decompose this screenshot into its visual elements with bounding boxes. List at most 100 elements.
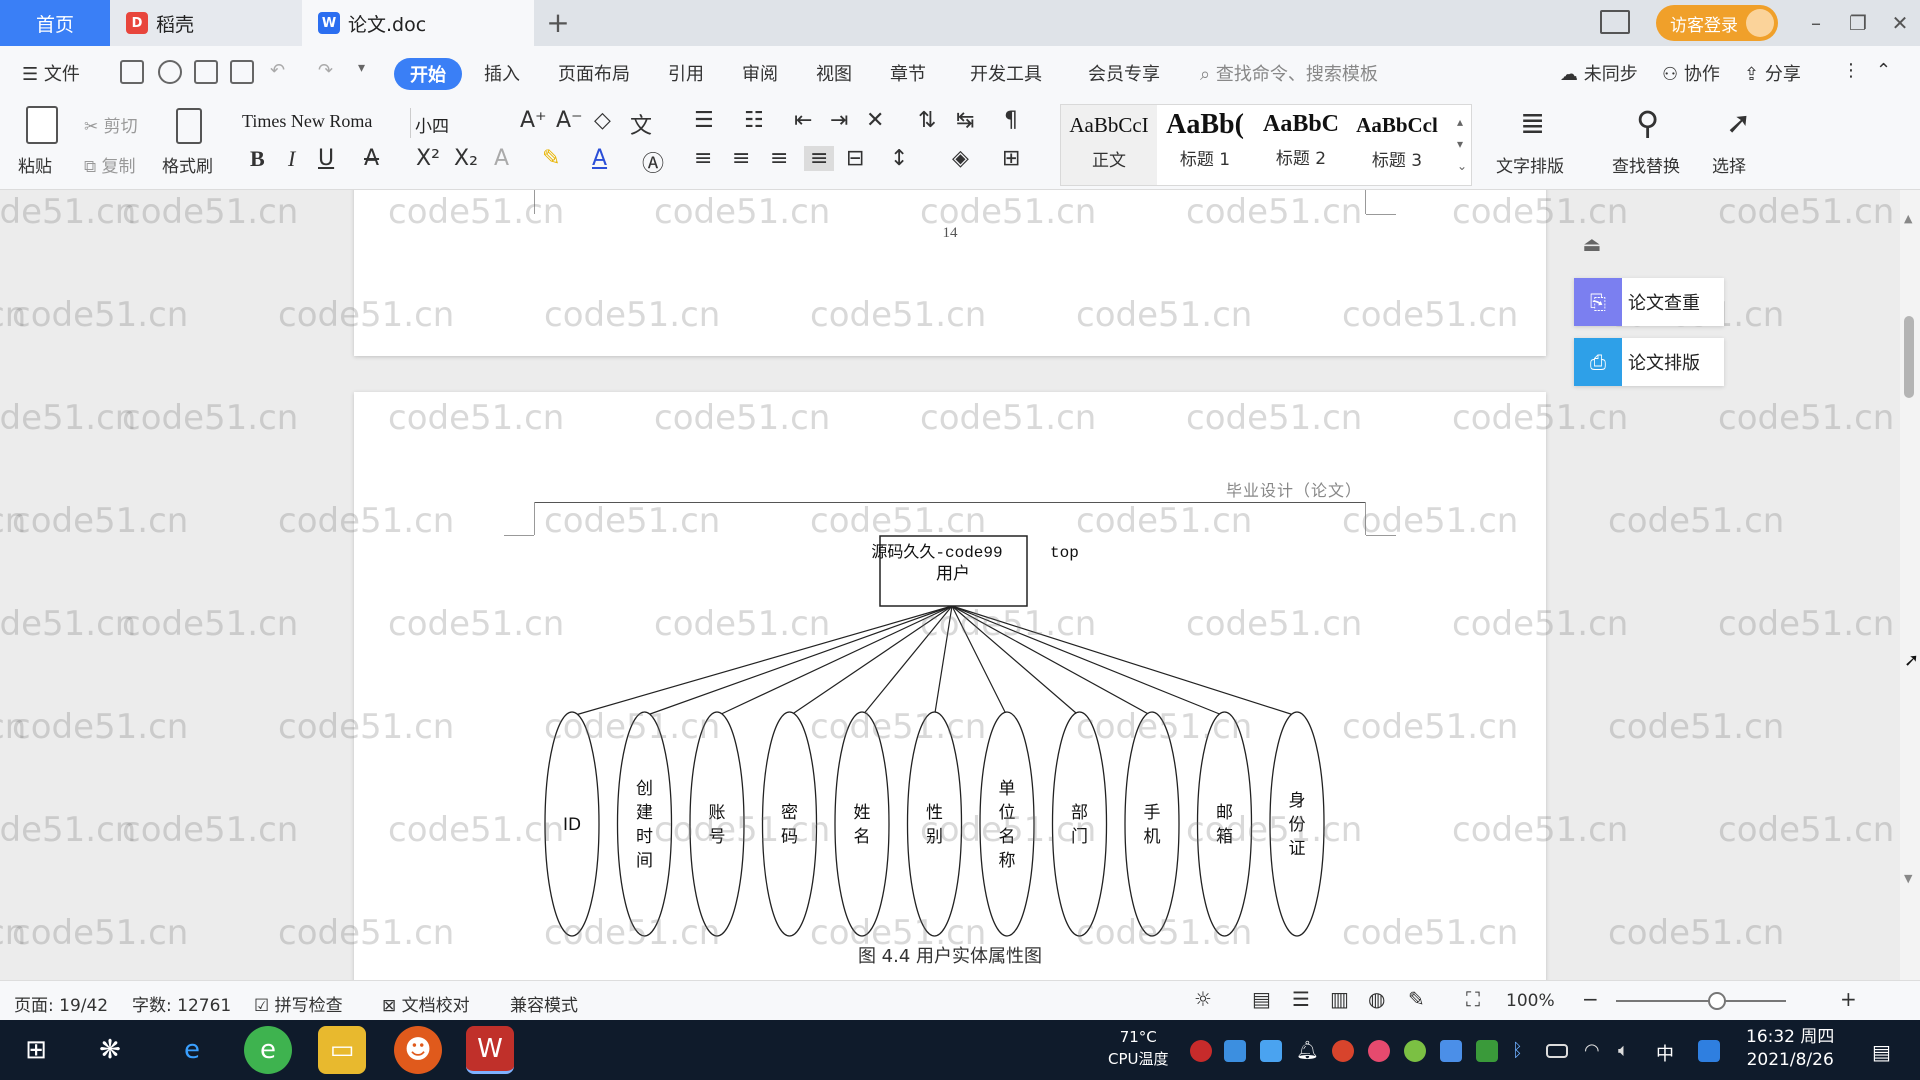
print-icon[interactable] (194, 60, 218, 84)
strikethrough-icon[interactable]: A (364, 146, 379, 171)
restore-button[interactable]: ❐ (1838, 0, 1878, 46)
scroll-down-icon[interactable]: ▼ (1904, 872, 1912, 885)
menu-developer[interactable]: 开发工具 (970, 60, 1042, 86)
phonetic-icon[interactable]: 文 (630, 108, 652, 140)
collab-button[interactable]: ⚇ 协作 (1662, 60, 1720, 86)
minimize-button[interactable]: – (1796, 0, 1836, 46)
fit-page-icon[interactable]: ⛶ (1466, 987, 1480, 1011)
subscript-icon[interactable]: X₂ (454, 146, 478, 171)
cut-button[interactable]: ✂ 剪切 (84, 112, 138, 137)
menu-page-layout[interactable]: 页面布局 (558, 60, 630, 86)
paper-layout-button[interactable]: ⎙ 论文排版 (1574, 338, 1724, 386)
select-button[interactable]: 选择 (1712, 152, 1746, 177)
scroll-up-icon[interactable]: ▲ (1904, 212, 1912, 225)
redo-icon[interactable]: ↷ (318, 60, 333, 81)
page-view-icon[interactable]: ▤ (1252, 987, 1271, 1011)
collapse-ribbon-icon[interactable]: ⌃ (1876, 60, 1891, 81)
guest-login-button[interactable]: 访客登录 (1656, 5, 1778, 41)
show-marks-icon[interactable]: ¶ (1004, 108, 1018, 133)
paste-button[interactable]: 粘贴 (18, 152, 52, 177)
save-icon[interactable] (120, 60, 144, 84)
menu-review[interactable]: 审阅 (742, 60, 778, 86)
align-left-icon[interactable]: ≡ (694, 146, 712, 171)
bold-icon[interactable]: B (250, 146, 265, 172)
panel-collapse-icon[interactable]: ⏏ (1574, 232, 1610, 260)
file-explorer-icon[interactable]: ▭ (318, 1026, 366, 1074)
zoom-in-icon[interactable]: + (1840, 987, 1857, 1011)
media-app-icon[interactable]: ☻ (394, 1026, 442, 1074)
align-center-icon[interactable]: ≡ (732, 146, 750, 171)
shading-icon[interactable]: ◈ (952, 146, 969, 171)
distribute-icon[interactable]: ⊟ (846, 146, 864, 171)
italic-icon[interactable]: I (288, 146, 295, 172)
write-view-icon[interactable]: ✎ (1408, 987, 1425, 1011)
format-painter-button[interactable]: 格式刷 (162, 152, 213, 177)
print-preview-icon[interactable] (230, 60, 254, 84)
tray-chat-icon[interactable] (1368, 1040, 1390, 1062)
paper-check-button[interactable]: ⎘ 论文查重 (1574, 278, 1724, 326)
notification-center-icon[interactable]: ▤ (1872, 1040, 1894, 1064)
eye-protect-icon[interactable]: ☼ (1194, 987, 1212, 1011)
sort-icon[interactable]: ⇅ (918, 108, 936, 133)
window-layout-icon[interactable] (1600, 10, 1630, 34)
zoom-slider-handle[interactable] (1708, 992, 1726, 1010)
tab-document[interactable]: W 论文.doc (302, 0, 534, 46)
zoom-slider[interactable] (1616, 1000, 1786, 1002)
menu-chapter[interactable]: 章节 (890, 60, 926, 86)
numbered-list-icon[interactable]: ☷ (744, 108, 764, 133)
tab-start[interactable]: 开始 (394, 58, 462, 90)
sync-status[interactable]: ☁ 未同步 (1560, 60, 1638, 86)
style-heading-2[interactable]: AaBbC 标题 2 (1253, 105, 1349, 185)
menu-references[interactable]: 引用 (668, 60, 704, 86)
vertical-scrollbar[interactable]: ▲ ▼ (1900, 190, 1920, 980)
tab-daoke[interactable]: D 稻壳 (110, 0, 302, 46)
start-menu-icon[interactable]: ⊞ (12, 1026, 60, 1074)
shield-icon[interactable] (1260, 1040, 1282, 1062)
tray-gpu-icon[interactable] (1476, 1040, 1498, 1062)
close-button[interactable]: ✕ (1880, 0, 1920, 46)
system-clock[interactable]: 16:32 周四 2021/8/26 (1746, 1026, 1834, 1072)
scrollbar-thumb[interactable] (1904, 316, 1914, 398)
bell-icon[interactable]: 🔔︎ (1296, 1040, 1319, 1062)
text-effect-icon[interactable]: A (494, 146, 509, 171)
clear-format-icon[interactable]: ◇ (594, 108, 611, 133)
grow-font-icon[interactable]: A⁺ (520, 108, 547, 133)
tray-app-icon[interactable] (1190, 1040, 1212, 1062)
menu-insert[interactable]: 插入 (484, 60, 520, 86)
menu-view[interactable]: 视图 (816, 60, 852, 86)
decrease-indent-icon[interactable]: ⇤ (794, 108, 812, 133)
outline-view-icon[interactable]: ☰ (1292, 987, 1310, 1011)
tab-home[interactable]: 首页 (0, 0, 110, 46)
menu-member[interactable]: 会员专享 (1088, 60, 1160, 86)
quick-access-chevron-icon[interactable]: ▾ (358, 60, 365, 76)
line-spacing-icon[interactable]: ↕ (890, 146, 908, 171)
superscript-icon[interactable]: X² (416, 146, 440, 171)
ime-indicator[interactable]: 中 (1656, 1040, 1678, 1065)
styles-scroll-icon[interactable]: ▴ ▾ ⌄ (1457, 111, 1467, 177)
output-icon[interactable] (158, 60, 182, 84)
style-heading-1[interactable]: AaBb( 标题 1 (1157, 105, 1253, 185)
share-button[interactable]: ⇪ 分享 (1744, 60, 1801, 86)
style-heading-3[interactable]: AaBbCcl 标题 3 (1349, 105, 1445, 185)
proofread-button[interactable]: ⊠ 文档校对 (382, 991, 470, 1016)
font-size-select[interactable]: 小四 (410, 108, 510, 138)
highlight-icon[interactable]: ✎ (542, 146, 560, 171)
text-layout-button[interactable]: 文字排版 (1496, 152, 1564, 177)
wifi-icon[interactable]: ◠ (1584, 1040, 1606, 1062)
bullet-list-icon[interactable]: ☰ (694, 108, 714, 133)
zoom-out-icon[interactable]: − (1582, 987, 1599, 1011)
font-color-icon[interactable]: A (592, 146, 607, 171)
format-painter-icon[interactable] (176, 108, 202, 144)
wps-writer-icon[interactable]: W (466, 1026, 514, 1074)
tray-sync-icon[interactable] (1224, 1040, 1246, 1062)
copy-button[interactable]: ⧉ 复制 (84, 152, 136, 177)
volume-icon[interactable]: 🔈︎ (1618, 1040, 1640, 1062)
web-view-icon[interactable]: ◍ (1368, 987, 1385, 1011)
qq-icon[interactable] (1698, 1040, 1720, 1062)
ie-browser-icon[interactable]: e (168, 1026, 216, 1074)
underline-icon[interactable]: U (318, 146, 334, 171)
chinese-layout-icon[interactable]: ✕ (866, 108, 884, 133)
tray-media-icon[interactable] (1332, 1040, 1354, 1062)
shrink-font-icon[interactable]: A⁻ (556, 108, 583, 133)
new-tab-button[interactable]: + (540, 4, 576, 40)
